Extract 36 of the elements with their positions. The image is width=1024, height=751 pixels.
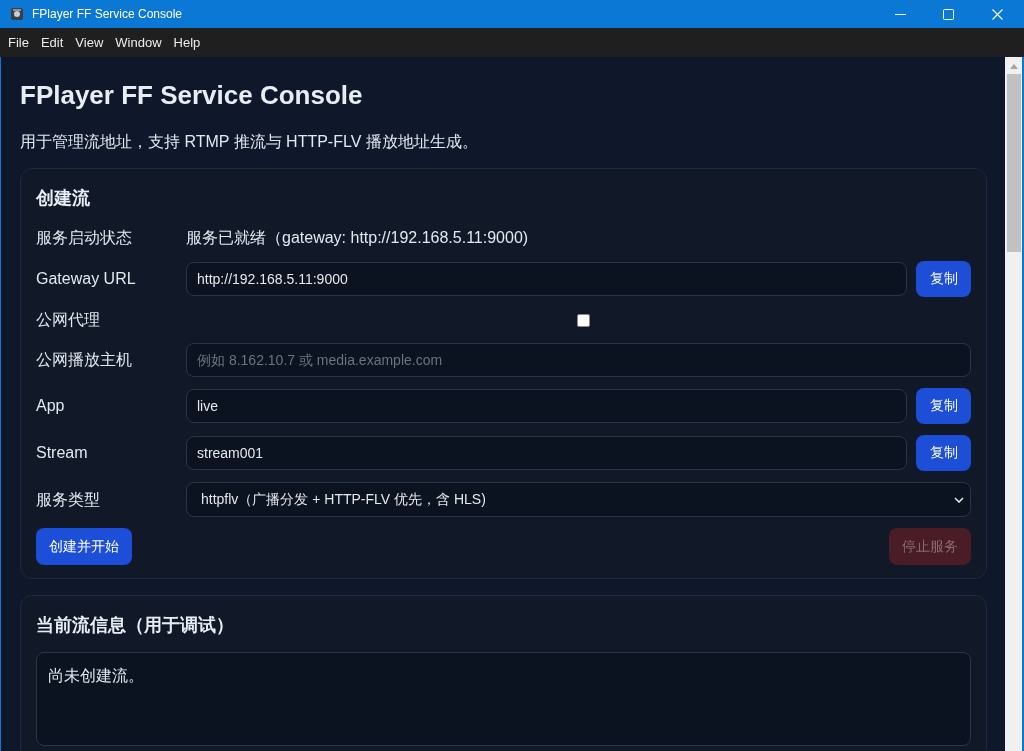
section-heading: 当前流信息（用于调试）: [36, 614, 235, 637]
menu-item[interactable]: Help: [167, 32, 207, 53]
menu-item[interactable]: File: [2, 32, 35, 53]
menu-item[interactable]: Window: [109, 32, 168, 53]
input-field[interactable]: http://192.168.5.11:9000: [186, 262, 907, 296]
section-heading: 创建流: [36, 187, 91, 210]
menu-item[interactable]: View: [69, 32, 110, 53]
field-label: 公网代理: [36, 310, 101, 330]
copy-button[interactable]: 复制: [916, 388, 971, 424]
input-field[interactable]: 例如 8.162.10.7 或 media.example.com: [186, 343, 971, 377]
input-field[interactable]: live: [186, 389, 907, 423]
start-button[interactable]: 创建并开始: [36, 528, 132, 565]
close-icon[interactable]: [992, 8, 1003, 20]
app-icon: [11, 8, 23, 20]
status-text: 服务已就绪（gateway: http://192.168.5.11:9000): [186, 228, 529, 248]
copy-button[interactable]: 复制: [916, 435, 971, 471]
field-label: 服务启动状态: [36, 228, 133, 248]
page-subtitle: 用于管理流地址，支持 RTMP 推流与 HTTP-FLV 播放地址生成。: [20, 132, 479, 152]
field-label: 公网播放主机: [36, 350, 133, 370]
checkbox[interactable]: [577, 313, 590, 327]
maximize-icon[interactable]: [943, 8, 954, 20]
field-label: Stream: [36, 443, 89, 463]
menu-item[interactable]: Edit: [34, 32, 70, 53]
page-title: FPlayer FF Service Console: [20, 79, 364, 111]
input-field[interactable]: stream001: [186, 436, 907, 470]
service-type-select[interactable]: httpflv（广播分发 + HTTP-FLV 优先，含 HLS): [186, 482, 971, 517]
minimize-icon[interactable]: [895, 13, 906, 15]
debug-output-area: 尚未创建流。: [36, 652, 971, 746]
field-label: 服务类型: [36, 489, 101, 510]
copy-button[interactable]: 复制: [916, 261, 971, 297]
field-label: Gateway URL: [36, 269, 137, 289]
chevron-down-icon: [954, 496, 964, 503]
window-title: FPlayer FF Service Console: [32, 6, 183, 22]
scrollbar[interactable]: [1005, 57, 1022, 751]
scrollbar-thumb[interactable]: [1007, 74, 1021, 252]
field-label: App: [36, 396, 66, 416]
